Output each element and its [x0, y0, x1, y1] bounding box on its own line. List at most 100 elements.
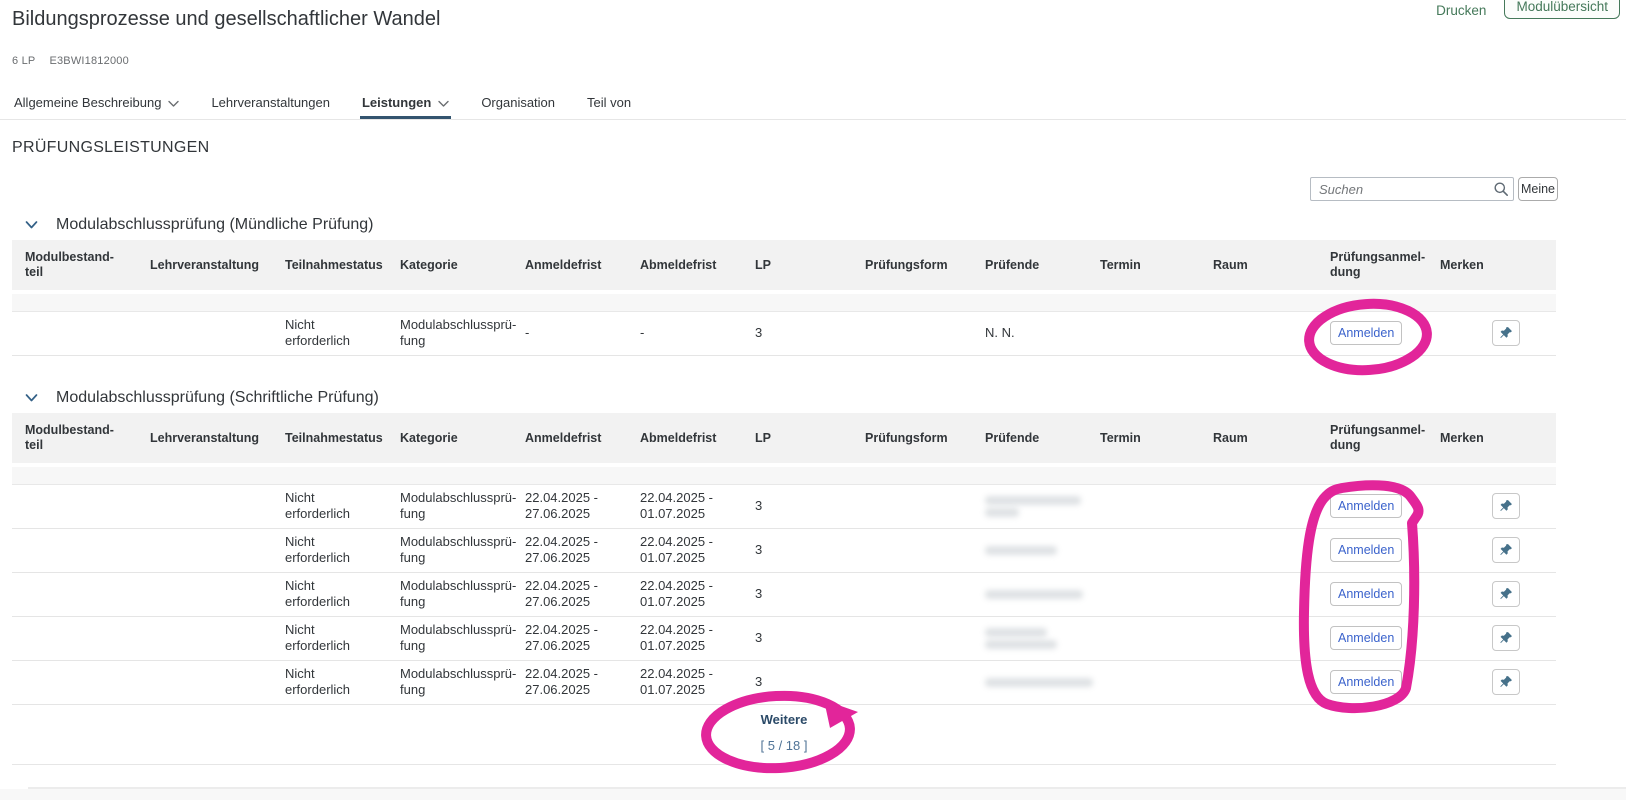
exam-row: Nicht erforderlich Modulabschlussprü- fun… — [12, 660, 1556, 705]
redacted-examiner-name — [985, 639, 1057, 649]
cell-anmeldung: Anmelden — [1317, 528, 1427, 573]
cell-pruefungsform — [852, 311, 972, 356]
search-box — [1310, 177, 1514, 201]
merken-pin-button[interactable] — [1492, 320, 1520, 346]
table-header-row: Modulbestand- teil Lehrveranstaltung Teiln… — [12, 413, 1556, 466]
group-spacer-row — [12, 290, 1556, 312]
column-header: Prüfungsanmel- dung — [1317, 240, 1427, 293]
cell-abmeldefrist: 22.04.2025 - 01.07.2025 — [627, 484, 742, 529]
merken-pin-button[interactable] — [1492, 669, 1520, 695]
cell-abmeldefrist: 22.04.2025 - 01.07.2025 — [627, 616, 742, 661]
merken-pin-button[interactable] — [1492, 537, 1520, 563]
cell-abmeldefrist: 22.04.2025 - 01.07.2025 — [627, 660, 742, 705]
exam-row: Nicht erforderlich Modulabschlussprü- fun… — [12, 311, 1556, 356]
tab-label: Organisation — [481, 95, 556, 110]
cell-anmeldefrist: 22.04.2025 - 27.06.2025 — [512, 572, 627, 617]
chevron-down-icon[interactable] — [25, 220, 38, 230]
cell-lp: 3 — [742, 572, 852, 617]
search-input[interactable] — [1319, 181, 1493, 197]
module-overview-button[interactable]: Modulübersicht — [1504, 0, 1620, 19]
chevron-down-icon[interactable] — [25, 393, 38, 403]
merken-pin-button[interactable] — [1492, 625, 1520, 651]
search-icon[interactable] — [1493, 181, 1509, 197]
cell-lp: 3 — [742, 528, 852, 573]
exam-row: Nicht erforderlich Modulabschlussprü- fun… — [12, 484, 1556, 529]
tab-organisation[interactable]: Organisation — [479, 93, 557, 119]
cell-anmeldefrist: - — [512, 311, 627, 356]
table-header-row: Modulbestand- teil Lehrveranstaltung Teiln… — [12, 240, 1556, 293]
anmelden-button[interactable]: Anmelden — [1330, 582, 1403, 606]
cell-kategorie: Modulabschlussprü- fung — [387, 572, 516, 617]
column-header: Raum — [1200, 240, 1317, 293]
cell-teilnahmestatus: Nicht erforderlich — [272, 616, 387, 661]
cell-merken — [1427, 616, 1556, 661]
print-link[interactable]: Drucken — [1436, 0, 1486, 18]
column-header: Prüfungsform — [852, 413, 972, 466]
anmelden-button[interactable]: Anmelden — [1330, 626, 1403, 650]
cell-lehrveranstaltung — [137, 528, 272, 573]
cell-pruefungsform — [852, 484, 972, 529]
chevron-down-icon[interactable] — [168, 100, 180, 108]
merken-pin-button[interactable] — [1492, 581, 1520, 607]
cell-teilnahmestatus: Nicht erforderlich — [272, 528, 387, 573]
merken-pin-button[interactable] — [1492, 493, 1520, 519]
column-header: LP — [742, 413, 852, 466]
tab-label: Allgemeine Beschreibung — [14, 95, 162, 110]
module-meta: 6 LP E3BWI1812000 — [12, 55, 129, 67]
column-header: Merken — [1427, 413, 1556, 466]
cell-teilnahmestatus: Nicht erforderlich — [272, 660, 387, 705]
cell-termin — [1087, 616, 1200, 661]
pin-icon — [1499, 543, 1513, 557]
meine-button[interactable]: Meine — [1518, 177, 1558, 201]
module-code: E3BWI1812000 — [49, 55, 129, 67]
chevron-down-icon[interactable] — [438, 100, 450, 108]
section-title: Modulabschlussprüfung (Mündliche Prüfung… — [56, 216, 374, 233]
tab-lehrveranstaltungen[interactable]: Lehrveranstaltungen — [209, 93, 332, 119]
anmelden-button[interactable]: Anmelden — [1330, 670, 1403, 694]
cell-teilnahmestatus: Nicht erforderlich — [272, 572, 387, 617]
cell-termin — [1087, 660, 1200, 705]
cell-merken — [1427, 528, 1556, 573]
exam-row: Nicht erforderlich Modulabschlussprü- fun… — [12, 616, 1556, 661]
column-header: Anmeldefrist — [512, 413, 627, 466]
column-header: Lehrveranstaltung — [137, 240, 272, 293]
anmelden-button[interactable]: Anmelden — [1330, 494, 1403, 518]
cell-lehrveranstaltung — [137, 484, 272, 529]
redacted-examiner-name — [985, 627, 1047, 637]
cell-lehrveranstaltung — [137, 616, 272, 661]
weitere-more-link[interactable]: Weitere — [761, 712, 808, 727]
cell-termin — [1087, 572, 1200, 617]
cell-kategorie: Modulabschlussprü- fung — [387, 528, 516, 573]
pin-icon — [1499, 631, 1513, 645]
cell-anmeldefrist: 22.04.2025 - 27.06.2025 — [512, 484, 627, 529]
redacted-examiner-name — [985, 495, 1081, 505]
group-spacer-row — [12, 463, 1556, 485]
column-header: Kategorie — [387, 240, 512, 293]
cell-merken — [1427, 660, 1556, 705]
redacted-examiner-name — [985, 589, 1083, 599]
tab-label: Teil von — [587, 95, 632, 110]
column-header: Prüfende — [972, 413, 1087, 466]
section-title: Modulabschlussprüfung (Schriftliche Prüf… — [56, 389, 379, 406]
cell-modulbestandteil — [12, 311, 137, 356]
tab-teil-von[interactable]: Teil von — [585, 93, 633, 119]
anmelden-button[interactable]: Anmelden — [1330, 321, 1403, 345]
exam-row: Nicht erforderlich Modulabschlussprü- fun… — [12, 528, 1556, 573]
cell-lehrveranstaltung — [137, 311, 272, 356]
module-detail-page: Drucken Modulübersicht Bildungsprozesse … — [0, 0, 1626, 800]
cell-termin — [1087, 484, 1200, 529]
tab-allgemeine-beschreibung[interactable]: Allgemeine Beschreibung — [12, 93, 181, 119]
cell-anmeldung: Anmelden — [1317, 572, 1427, 617]
bottom-band — [0, 789, 1626, 800]
cell-pruefende — [972, 660, 1093, 705]
exam-table-muendliche-pruefung: Modulbestand- teil Lehrveranstaltung Teiln… — [12, 240, 1556, 356]
cell-merken — [1427, 484, 1556, 529]
tab-label: Lehrveranstaltungen — [211, 95, 330, 110]
column-header: Lehrveranstaltung — [137, 413, 272, 466]
cell-lp: 3 — [742, 484, 852, 529]
tab-leistungen[interactable]: Leistungen — [360, 93, 451, 119]
cell-pruefungsform — [852, 660, 972, 705]
cell-merken — [1427, 311, 1556, 356]
cell-raum — [1200, 616, 1317, 661]
anmelden-button[interactable]: Anmelden — [1330, 538, 1403, 562]
